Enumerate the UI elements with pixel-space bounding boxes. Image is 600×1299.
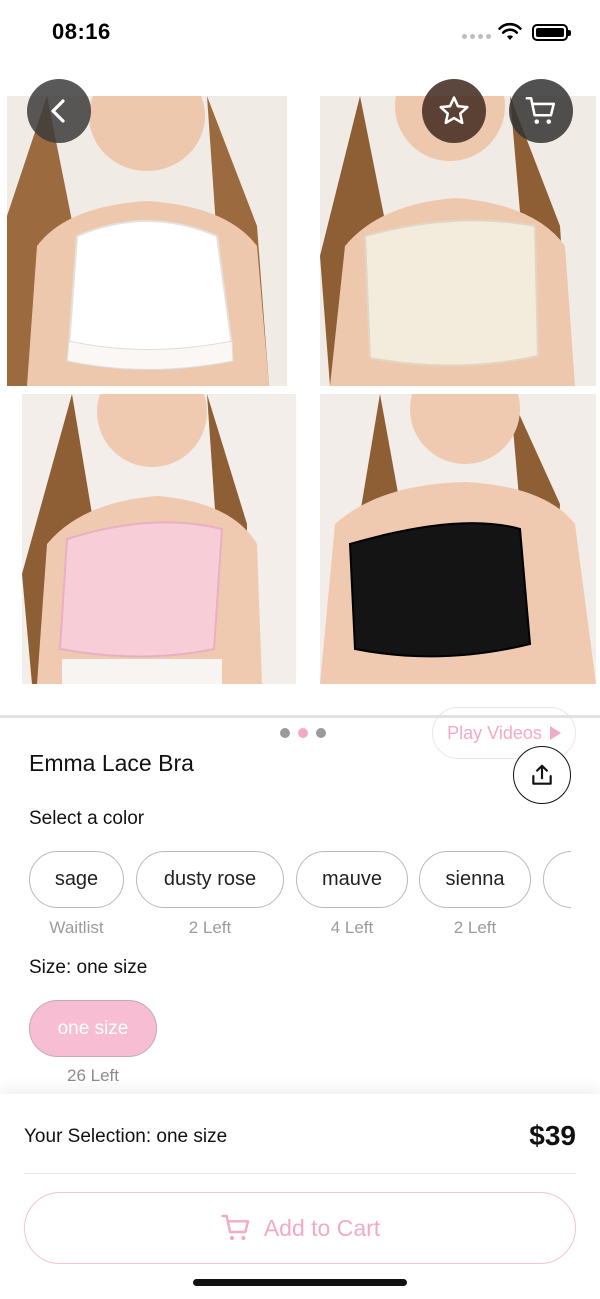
stock-label: 2 Left [188, 918, 232, 937]
section-divider [0, 715, 600, 718]
play-videos-label: Play Videos [447, 722, 542, 743]
status-time: 08:16 [52, 19, 111, 44]
color-chip[interactable]: dusty rose [136, 851, 284, 908]
battery-icon [532, 24, 571, 41]
product-title: Emma Lace Bra [29, 750, 194, 776]
stock-label: Waitlist [49, 918, 104, 937]
stock-label: 4 Left [330, 918, 374, 937]
selection-summary: Your Selection: one size [24, 1126, 228, 1147]
size-stock-label: 26 Left [67, 1066, 119, 1085]
status-bar: 08:16 [0, 0, 600, 66]
share-icon [532, 764, 552, 785]
color-section-label: Select a color [29, 808, 145, 829]
color-chip[interactable]: sage [29, 851, 124, 908]
pager-dot[interactable] [316, 728, 326, 738]
play-icon [549, 726, 561, 740]
share-button[interactable] [513, 746, 571, 804]
color-option-partial[interactable]: t [543, 851, 571, 918]
wifi-icon [498, 22, 522, 40]
cart-button[interactable] [509, 79, 573, 143]
color-chip[interactable]: mauve [296, 851, 408, 908]
signal-icon [462, 34, 491, 39]
image-pager[interactable] [270, 717, 336, 749]
color-chip[interactable]: sienna [419, 851, 531, 908]
add-to-cart-button[interactable]: Add to Cart [24, 1192, 576, 1264]
size-chip-one-size[interactable]: one size [29, 1000, 157, 1057]
stock-label: 2 Left [453, 918, 497, 937]
cart-icon [525, 96, 556, 124]
color-option-sienna[interactable]: sienna 2 Left [419, 851, 531, 938]
product-gallery[interactable]: Play Videos [0, 66, 600, 759]
product-photo[interactable] [22, 394, 296, 684]
color-options: sage Waitlist dusty rose 2 Left mauve 4 … [29, 851, 571, 941]
product-photo[interactable] [320, 394, 596, 684]
color-option-sage[interactable]: sage Waitlist [29, 851, 124, 938]
favorite-button[interactable] [422, 79, 486, 143]
back-button[interactable] [27, 79, 91, 143]
add-to-cart-label: Add to Cart [263, 1214, 381, 1241]
color-option-dusty-rose[interactable]: dusty rose 2 Left [136, 851, 284, 938]
pager-dot-active[interactable] [298, 728, 308, 738]
size-section-label: Size: one size [29, 957, 148, 978]
pager-dot[interactable] [280, 728, 290, 738]
color-chip[interactable]: t [543, 851, 571, 908]
color-option-mauve[interactable]: mauve 4 Left [296, 851, 408, 938]
panel-divider [24, 1173, 576, 1174]
chevron-left-icon [51, 99, 65, 123]
star-icon [439, 96, 469, 125]
cart-icon [221, 1214, 250, 1241]
home-indicator [193, 1279, 407, 1286]
price: $39 [529, 1120, 576, 1151]
